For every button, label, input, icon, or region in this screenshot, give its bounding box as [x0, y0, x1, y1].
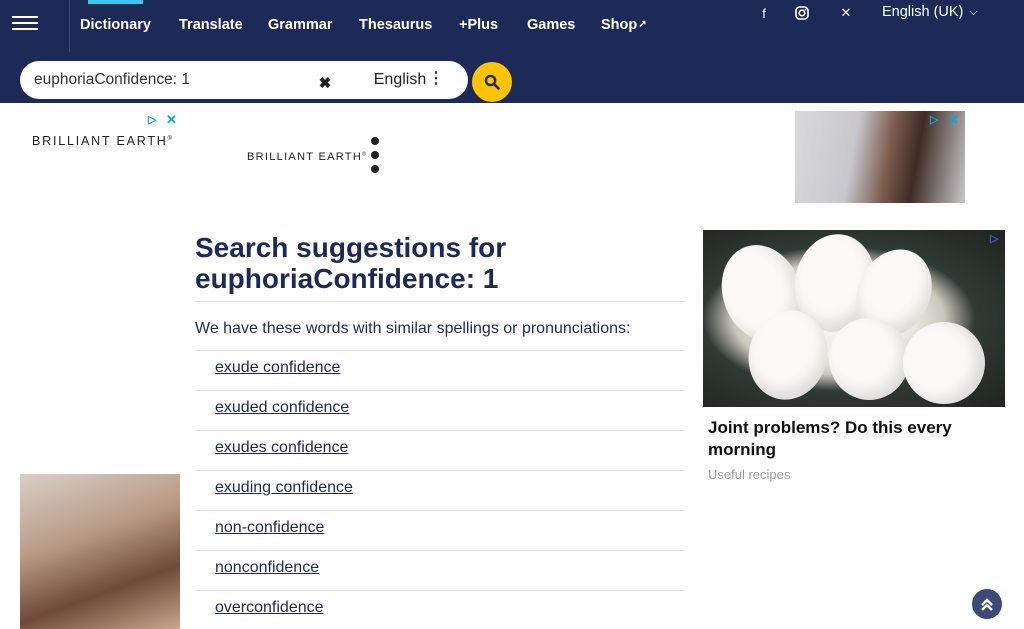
- nav-dictionary[interactable]: Dictionary: [80, 0, 151, 47]
- nav-thesaurus[interactable]: Thesaurus: [359, 2, 432, 47]
- ad-image: [703, 227, 1005, 420]
- ad-photo: [20, 474, 180, 629]
- ad-close-icon[interactable]: ✕: [948, 112, 959, 128]
- ad-choices-icon[interactable]: ▷: [148, 113, 156, 126]
- dictionary-language-select[interactable]: English ⋮: [340, 64, 460, 95]
- x-twitter-icon[interactable]: ✕: [834, 4, 858, 22]
- nav-translate[interactable]: Translate: [179, 2, 243, 47]
- suggestion-link[interactable]: exude confidence: [215, 359, 340, 377]
- nav-games[interactable]: Games: [527, 2, 575, 47]
- ad-right[interactable]: ▷ Joint problems? Do this every morning …: [703, 227, 1005, 484]
- divider: [195, 430, 685, 431]
- dictionary-language-label: English: [373, 70, 427, 88]
- ad-choices-icon[interactable]: ▷: [990, 232, 998, 245]
- suggestion-link[interactable]: exuded confidence: [215, 399, 349, 417]
- chevron-down-icon: ⌵: [969, 5, 978, 18]
- nav-divider: [69, 0, 70, 52]
- divider: [195, 550, 685, 551]
- search-box: ✖ English ⋮: [20, 61, 468, 99]
- search-button[interactable]: [472, 62, 512, 102]
- ad-close-icon[interactable]: ✕: [166, 112, 177, 128]
- menu-icon[interactable]: [12, 13, 38, 35]
- suggestion-link[interactable]: exudes confidence: [215, 439, 348, 457]
- results-query: euphoriaConfidence: 1: [195, 263, 499, 294]
- nav-grammar[interactable]: Grammar: [268, 2, 332, 47]
- ui-language-label: English (UK): [882, 4, 964, 20]
- results-heading: Search suggestions for: [195, 232, 507, 263]
- results-intro: We have these words with similar spellin…: [195, 320, 631, 337]
- ad-banner[interactable]: BRILLIANT EARTH® ▷ ✕: [235, 111, 965, 203]
- search-input[interactable]: [34, 69, 314, 91]
- ad-choices-icon[interactable]: ▷: [930, 113, 938, 126]
- page-title: Search suggestions for euphoriaConfidenc…: [195, 232, 685, 294]
- suggestion-link[interactable]: non-confidence: [215, 519, 324, 537]
- ad-brand-logo: BRILLIANT EARTH®: [32, 134, 174, 148]
- instagram-icon[interactable]: [790, 4, 814, 22]
- more-vertical-icon: ⋮: [428, 70, 444, 87]
- search-band: ✖ English ⋮: [0, 52, 1024, 103]
- divider: [195, 390, 685, 391]
- ui-language-select[interactable]: English (UK) ⌵: [882, 3, 982, 21]
- divider: [195, 510, 685, 511]
- ad-left[interactable]: BRILLIANT EARTH® ▷ ✕: [18, 110, 182, 629]
- divider: [195, 350, 685, 351]
- suggestion-link[interactable]: overconfidence: [215, 599, 324, 617]
- divider: [195, 301, 685, 302]
- suggestion-link[interactable]: exuding confidence: [215, 479, 353, 497]
- ad-sponsor: Useful recipes: [708, 467, 791, 482]
- search-icon: [484, 74, 500, 90]
- divider: [195, 590, 685, 591]
- external-link-icon: ↗: [638, 19, 647, 30]
- ad-menu-icon[interactable]: [371, 137, 381, 179]
- facebook-icon[interactable]: f: [752, 4, 776, 22]
- close-icon: ✖: [318, 75, 332, 92]
- top-nav: Dictionary Translate Grammar Thesaurus +…: [0, 0, 1024, 52]
- nav-shop[interactable]: Shop ↗: [601, 2, 647, 47]
- divider: [195, 470, 685, 471]
- ad-banner-brand-logo: BRILLIANT EARTH®: [247, 151, 368, 163]
- nav-plus[interactable]: +Plus: [459, 2, 498, 47]
- chevron-up-icon: [981, 598, 993, 611]
- ad-headline[interactable]: Joint problems? Do this every morning: [708, 417, 998, 461]
- ad-banner-photo: [795, 111, 965, 203]
- suggestion-link[interactable]: nonconfidence: [215, 559, 319, 577]
- back-to-top-button[interactable]: [972, 589, 1002, 619]
- clear-search-button[interactable]: ✖: [312, 70, 338, 96]
